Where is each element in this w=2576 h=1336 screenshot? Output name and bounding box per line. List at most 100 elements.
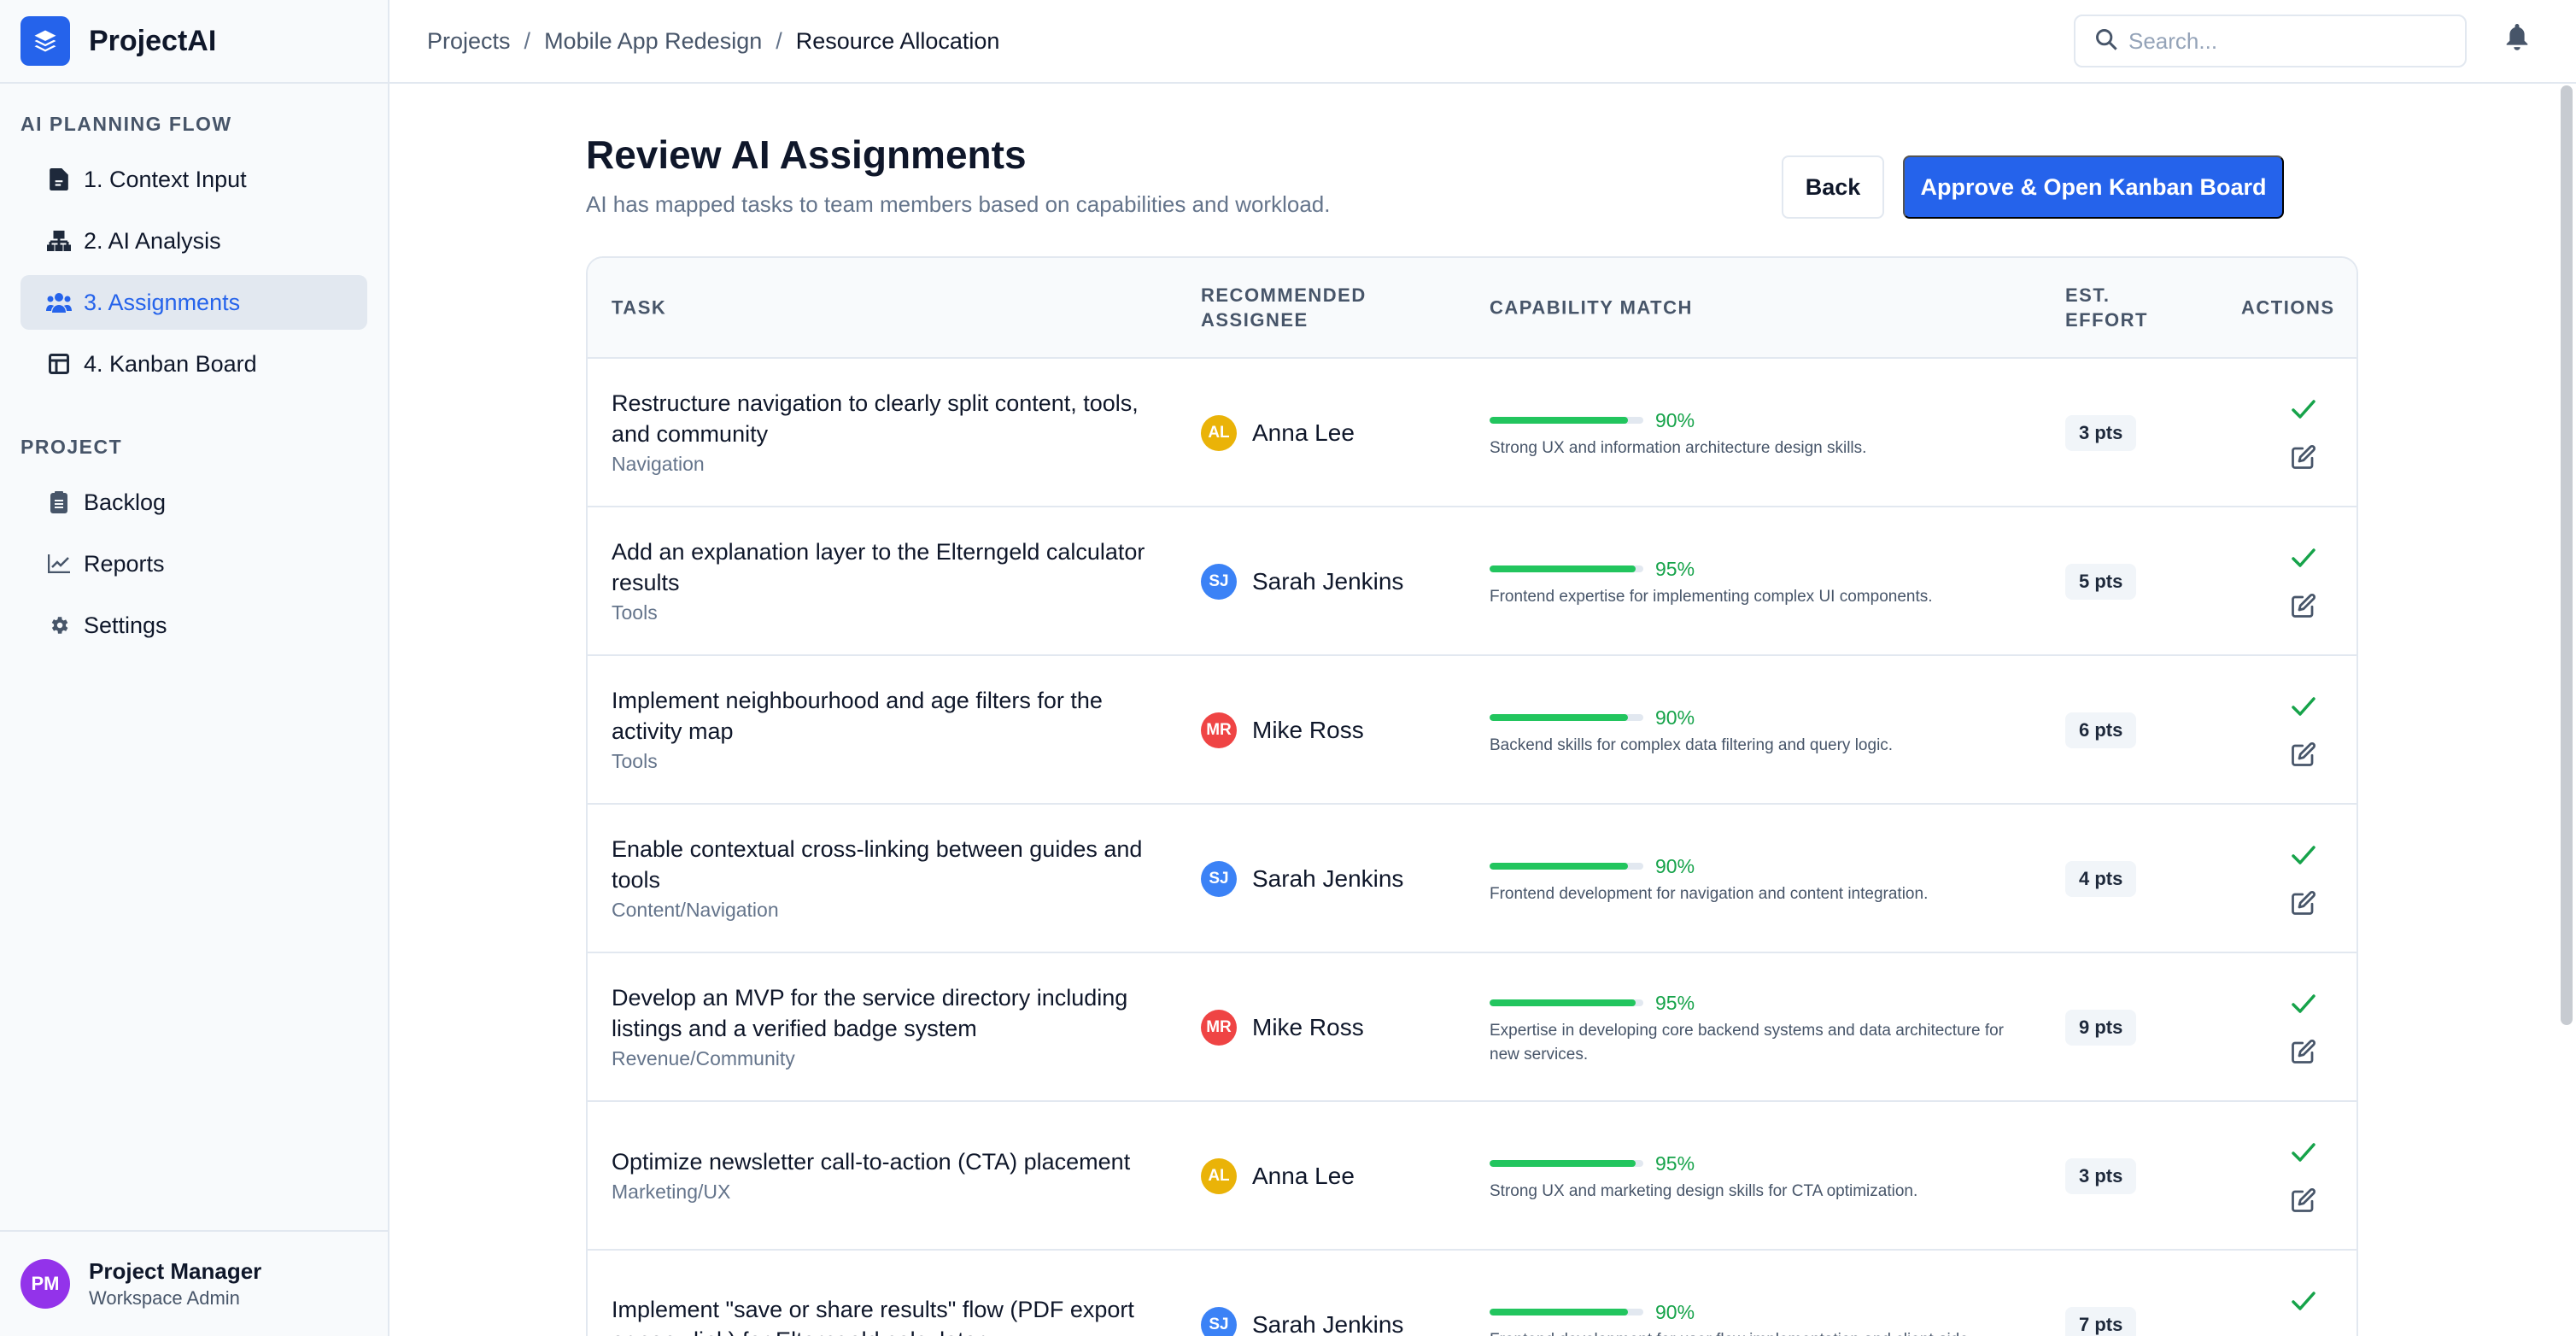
- edit-icon[interactable]: [2289, 888, 2318, 917]
- edit-icon[interactable]: [2289, 1037, 2318, 1066]
- approve-button[interactable]: Approve & Open Kanban Board: [1903, 155, 2284, 219]
- match-cell: 95% Strong UX and marketing design skill…: [1490, 1102, 2036, 1251]
- sidebar-item-label: 3. Assignments: [84, 289, 241, 315]
- task-category: Marketing/UX: [612, 1181, 731, 1203]
- sidebar-item-label: Reports: [84, 550, 165, 577]
- match-bar: [1490, 714, 1643, 721]
- avatar: MR: [1201, 712, 1237, 748]
- breadcrumb-projects[interactable]: Projects: [427, 28, 511, 55]
- sidebar-item-ai-analysis[interactable]: 2. AI Analysis: [20, 214, 367, 268]
- avatar: SJ: [1201, 564, 1237, 600]
- check-icon[interactable]: [2289, 395, 2318, 424]
- sidebar-item-label: Settings: [84, 612, 167, 638]
- table-row: Enable contextual cross-linking between …: [588, 805, 2356, 953]
- task-title: Implement neighbourhood and age filters …: [612, 688, 1103, 744]
- avatar: PM: [20, 1259, 70, 1309]
- match-description: Frontend development for user flow imple…: [1490, 1328, 2036, 1336]
- edit-icon[interactable]: [2289, 591, 2318, 620]
- check-icon[interactable]: [2289, 1286, 2318, 1315]
- effort-badge: 7 pts: [2065, 1307, 2137, 1336]
- breadcrumb-project[interactable]: Mobile App Redesign: [544, 28, 762, 55]
- user-profile[interactable]: PM Project Manager Workspace Admin: [0, 1230, 388, 1336]
- match-bar: [1490, 863, 1643, 870]
- table-row: Implement neighbourhood and age filters …: [588, 656, 2356, 805]
- chart-line-icon: [46, 551, 72, 577]
- effort-cell: 4 pts: [2065, 805, 2137, 953]
- check-icon[interactable]: [2289, 841, 2318, 870]
- task-category: Revenue/Community: [612, 1047, 795, 1069]
- effort-badge: 6 pts: [2065, 712, 2137, 748]
- user-info: Project Manager Workspace Admin: [89, 1257, 261, 1311]
- match-indicator: 90%: [1490, 852, 2036, 881]
- table-row: Optimize newsletter call-to-action (CTA)…: [588, 1102, 2356, 1251]
- assignee-cell[interactable]: AL Anna Lee: [1201, 1102, 1355, 1251]
- sidebar-item-label: 2. AI Analysis: [84, 227, 221, 254]
- match-indicator: 90%: [1490, 703, 2036, 732]
- task-title: Restructure navigation to clearly split …: [612, 390, 1139, 447]
- avatar: AL: [1201, 415, 1237, 451]
- layers-logo-icon: [20, 16, 70, 66]
- columns-icon: [46, 351, 72, 377]
- assignee-cell[interactable]: AL Anna Lee: [1201, 359, 1355, 507]
- check-icon[interactable]: [2289, 1138, 2318, 1167]
- task-title: Add an explanation layer to the Elternge…: [612, 539, 1145, 595]
- assignee-name: Anna Lee: [1252, 1163, 1355, 1189]
- page-title: Review AI Assignments: [586, 132, 1027, 177]
- check-icon[interactable]: [2289, 989, 2318, 1018]
- table-row: Implement "save or share results" flow (…: [588, 1251, 2356, 1336]
- actions-cell: [2289, 359, 2318, 507]
- check-icon[interactable]: [2289, 692, 2318, 721]
- sidebar-item-settings[interactable]: Settings: [20, 598, 367, 653]
- task-cell: Restructure navigation to clearly split …: [612, 359, 1158, 507]
- table-header: TASK RECOMMENDED ASSIGNEE CAPABILITY MAT…: [588, 258, 2356, 359]
- search-box[interactable]: [2074, 15, 2467, 67]
- effort-badge: 3 pts: [2065, 1158, 2137, 1194]
- bell-icon[interactable]: [2504, 24, 2538, 58]
- scrollbar[interactable]: [2561, 85, 2573, 1025]
- match-bar-fill: [1490, 1309, 1628, 1315]
- match-bar: [1490, 999, 1643, 1006]
- breadcrumb-separator: /: [776, 27, 782, 54]
- match-cell: 90% Frontend development for navigation …: [1490, 805, 2036, 953]
- edit-icon[interactable]: [2289, 740, 2318, 769]
- match-cell: 95% Expertise in developing core backend…: [1490, 953, 2036, 1102]
- check-icon[interactable]: [2289, 543, 2318, 572]
- task-cell: Enable contextual cross-linking between …: [612, 805, 1158, 953]
- task-title: Implement "save or share results" flow (…: [612, 1297, 1134, 1336]
- search-input[interactable]: [2128, 27, 2453, 55]
- actions-cell: [2289, 1102, 2318, 1251]
- assignee-cell[interactable]: MR Mike Ross: [1201, 953, 1364, 1102]
- edit-icon[interactable]: [2289, 442, 2318, 472]
- sidebar-item-label: 1. Context Input: [84, 166, 247, 192]
- actions-cell: [2289, 1251, 2318, 1336]
- match-description: Expertise in developing core backend sys…: [1490, 1022, 2004, 1064]
- assignee-cell[interactable]: SJ Sarah Jenkins: [1201, 1251, 1403, 1336]
- table-row: Add an explanation layer to the Elternge…: [588, 507, 2356, 656]
- back-button[interactable]: Back: [1782, 155, 1884, 219]
- sidebar-item-kanban-board[interactable]: 4. Kanban Board: [20, 337, 367, 391]
- actions-cell: [2289, 953, 2318, 1102]
- avatar: SJ: [1201, 1307, 1237, 1336]
- match-description: Strong UX and information architecture d…: [1490, 439, 1867, 457]
- main-area: Projects / Mobile App Redesign / Resourc…: [389, 0, 2576, 1336]
- match-percent: 90%: [1655, 1300, 1695, 1323]
- sidebar-item-label: 4. Kanban Board: [84, 350, 257, 377]
- assignee-cell[interactable]: SJ Sarah Jenkins: [1201, 507, 1403, 656]
- table-body: Restructure navigation to clearly split …: [588, 359, 2356, 1336]
- sidebar-item-backlog[interactable]: Backlog: [20, 475, 367, 530]
- page-subtitle: AI has mapped tasks to team members base…: [586, 191, 1331, 217]
- edit-icon[interactable]: [2289, 1186, 2318, 1215]
- task-category: Content/Navigation: [612, 899, 779, 921]
- match-indicator: 95%: [1490, 1149, 2036, 1178]
- sidebar-item-reports[interactable]: Reports: [20, 536, 367, 591]
- sidebar-item-context-input[interactable]: 1. Context Input: [20, 152, 367, 207]
- task-title: Enable contextual cross-linking between …: [612, 836, 1143, 893]
- assignee-name: Sarah Jenkins: [1252, 1311, 1404, 1336]
- breadcrumb-current: Resource Allocation: [795, 27, 1000, 54]
- brand[interactable]: ProjectAI: [0, 0, 388, 84]
- assignee-cell[interactable]: MR Mike Ross: [1201, 656, 1364, 805]
- header-actions: ACTIONS: [2241, 296, 2335, 319]
- sidebar-item-assignments[interactable]: 3. Assignments: [20, 275, 367, 330]
- task-cell: Implement neighbourhood and age filters …: [612, 656, 1158, 805]
- assignee-cell[interactable]: SJ Sarah Jenkins: [1201, 805, 1403, 953]
